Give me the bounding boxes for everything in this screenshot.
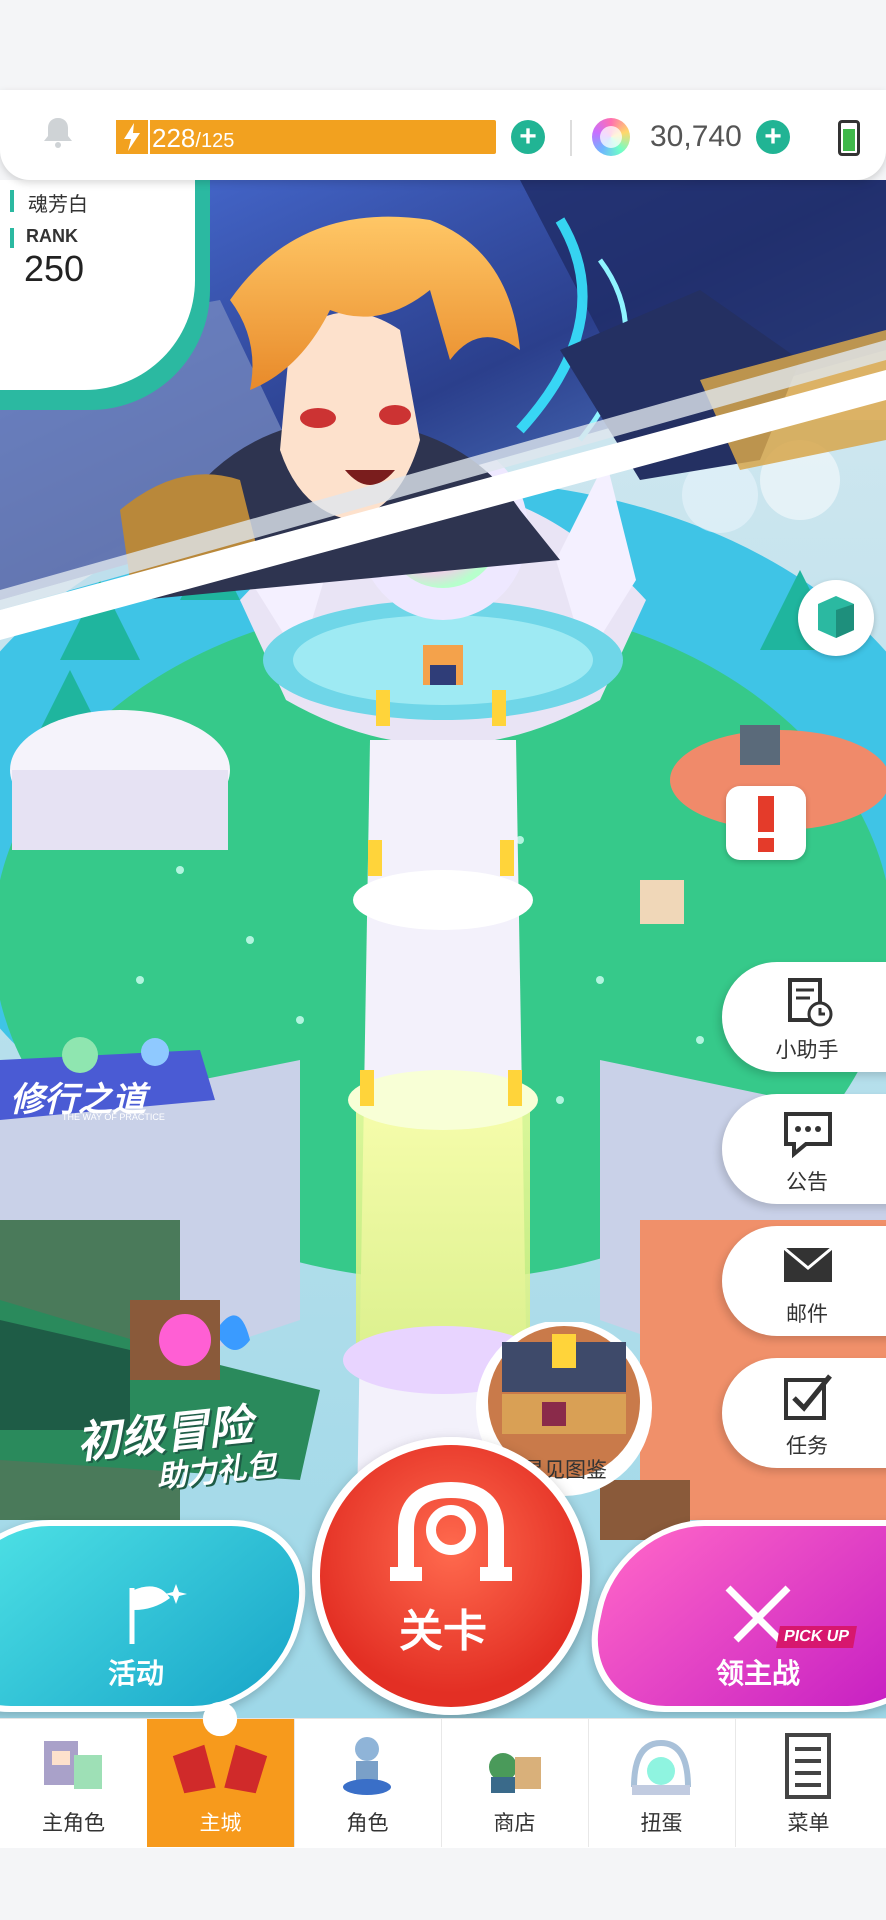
shop-icon: [489, 1753, 541, 1793]
side-item-tasks-label: 任务: [786, 1435, 828, 1458]
exclamation-icon: [758, 796, 774, 852]
bell-icon[interactable]: [40, 114, 76, 150]
character-icon: [343, 1737, 391, 1795]
gacha-icon: [631, 1739, 691, 1795]
side-item-mail-label: 邮件: [786, 1303, 828, 1326]
main-character-icon: [44, 1741, 102, 1789]
nav-character-label: 角色: [346, 1812, 389, 1835]
nav-menu[interactable]: 菜单: [735, 1719, 886, 1847]
stamina-value: 228/125: [152, 123, 235, 153]
side-item-assistant-label: 小助手: [775, 1039, 839, 1062]
add-gem-button[interactable]: +: [756, 120, 790, 154]
quest-alert-bubble[interactable]: [726, 786, 806, 860]
checkbox-icon: [784, 1374, 832, 1420]
battery-icon: [838, 120, 860, 156]
main-city-icon: [172, 1701, 268, 1794]
nav-shop[interactable]: 商店: [441, 1719, 589, 1847]
boss-battle-label: 领主战: [716, 1658, 801, 1689]
add-stamina-button[interactable]: +: [511, 120, 545, 154]
bottom-safe-area: [0, 1848, 886, 1920]
side-item-notice[interactable]: 公告: [722, 1094, 886, 1204]
nav-main-character[interactable]: 主角色: [0, 1719, 148, 1847]
nav-gacha-label: 扭蛋: [640, 1812, 683, 1835]
gem-count: 30,740: [650, 120, 742, 153]
nav-character[interactable]: 角色: [294, 1719, 442, 1847]
stage-button[interactable]: 关卡: [312, 1437, 590, 1715]
player-name: 魂芳白: [28, 194, 88, 216]
activity-label: 活动: [108, 1658, 165, 1689]
envelope-icon: [783, 1246, 833, 1282]
side-item-assistant[interactable]: 小助手: [722, 962, 886, 1072]
stage-label: 关卡: [399, 1607, 487, 1656]
cube-view-button[interactable]: [798, 580, 874, 656]
nav-main-city-label: 主城: [199, 1812, 242, 1835]
nav-gacha[interactable]: 扭蛋: [588, 1719, 736, 1847]
beginner-gift-pack[interactable]: 初级冒险 助力礼包: [0, 1280, 320, 1494]
side-item-tasks[interactable]: 任务: [722, 1358, 886, 1468]
pickup-badge: PICK UP: [776, 1626, 857, 1648]
chat-bubble-icon: [784, 1112, 832, 1159]
top-status-bar: 228/125 + 30,740 +: [0, 90, 886, 180]
nav-main-character-label: 主角色: [42, 1812, 105, 1835]
bottom-navigation: 主角色 主城 角色 商店 扭蛋 菜单: [0, 1701, 886, 1849]
side-item-mail[interactable]: 邮件: [722, 1226, 886, 1336]
clipboard-clock-icon: [788, 978, 833, 1027]
book-icon: [542, 1402, 566, 1426]
flag-icon: [129, 1584, 187, 1644]
next-value: 0: [26, 352, 39, 377]
practice-way-badge[interactable]: 修行之道 THE WAY OF PRACTICE: [0, 1030, 215, 1140]
nav-main-city[interactable]: 主城: [147, 1701, 295, 1847]
cube-icon: [818, 596, 854, 638]
rp-unit: RP: [26, 376, 46, 392]
divider: [570, 120, 572, 156]
practice-way-subtitle: THE WAY OF PRACTICE: [62, 1112, 165, 1122]
menu-list-icon: [785, 1733, 831, 1799]
nav-shop-label: 商店: [493, 1812, 536, 1835]
nav-menu-label: 菜单: [787, 1812, 830, 1835]
stamina-bar: 228/125: [116, 120, 496, 154]
side-item-notice-label: 公告: [786, 1171, 828, 1194]
next-label: NEXT: [26, 334, 72, 353]
lightning-icon: [116, 120, 150, 154]
portal-icon: [390, 1481, 512, 1581]
rank-label: RANK: [26, 226, 78, 246]
rank-value: 250: [24, 248, 85, 289]
rainbow-gem-icon: [592, 118, 630, 156]
